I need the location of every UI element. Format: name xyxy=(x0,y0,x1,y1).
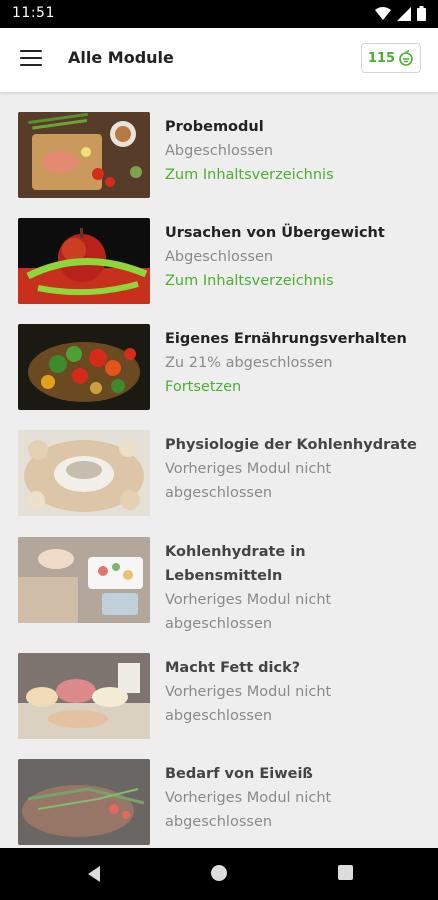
module-status: Abgeschlossen xyxy=(165,143,274,159)
signal-icon xyxy=(397,6,411,21)
status-time: 11:51 xyxy=(12,5,55,21)
recents-icon[interactable] xyxy=(338,865,353,880)
status-bar: 11:51 xyxy=(0,0,438,28)
module-list: Probemodul Abgeschlossen Zum Inhaltsverz… xyxy=(0,92,438,848)
app-bar: Alle Module 115 xyxy=(0,28,438,92)
module-status: Vorheriges Modul nicht xyxy=(165,592,332,608)
module-title: Ursachen von Übergewicht xyxy=(165,225,385,241)
module-status: abgeschlossen xyxy=(165,485,273,501)
coin-count: 115 xyxy=(367,50,396,66)
coin-badge[interactable]: 115 xyxy=(361,43,421,73)
module-thumbnail xyxy=(18,112,150,198)
module-title: Kohlenhydrate in xyxy=(165,544,306,560)
module-status: Vorheriges Modul nicht xyxy=(165,790,332,806)
coin-icon xyxy=(399,50,413,66)
toc-link[interactable]: Zum Inhaltsverzeichnis xyxy=(165,269,428,293)
module-status: Vorheriges Modul nicht xyxy=(165,461,332,477)
module-thumbnail xyxy=(18,324,150,410)
module-title: Probemodul xyxy=(165,119,264,135)
module-thumbnail xyxy=(18,218,150,304)
module-title: Macht Fett dick? xyxy=(165,660,301,676)
module-thumbnail xyxy=(18,653,150,739)
module-thumbnail xyxy=(18,759,150,845)
menu-icon[interactable] xyxy=(20,50,42,68)
system-nav-bar xyxy=(0,848,438,900)
module-status: abgeschlossen xyxy=(165,708,273,724)
home-icon[interactable] xyxy=(211,865,227,881)
module-title: Physiologie der Kohlenhydrate xyxy=(165,437,417,453)
module-status: Zu 21% abgeschlossen xyxy=(165,355,333,371)
module-thumbnail xyxy=(18,430,150,516)
module-title: Lebensmitteln xyxy=(165,568,283,584)
module-status: abgeschlossen xyxy=(165,814,273,830)
toc-link[interactable]: Zum Inhaltsverzeichnis xyxy=(165,163,428,187)
module-title: Eigenes Ernährungsverhalten xyxy=(165,331,407,347)
module-title: Bedarf von Eiweiß xyxy=(165,766,313,782)
module-status: abgeschlossen xyxy=(165,616,273,632)
wifi-icon xyxy=(375,6,391,20)
module-status: Vorheriges Modul nicht xyxy=(165,684,332,700)
module-thumbnail xyxy=(18,537,150,623)
battery-icon xyxy=(417,6,426,21)
back-icon[interactable] xyxy=(86,865,102,883)
continue-link[interactable]: Fortsetzen xyxy=(165,375,428,399)
module-status: Abgeschlossen xyxy=(165,249,274,265)
page-title: Alle Module xyxy=(68,48,174,67)
